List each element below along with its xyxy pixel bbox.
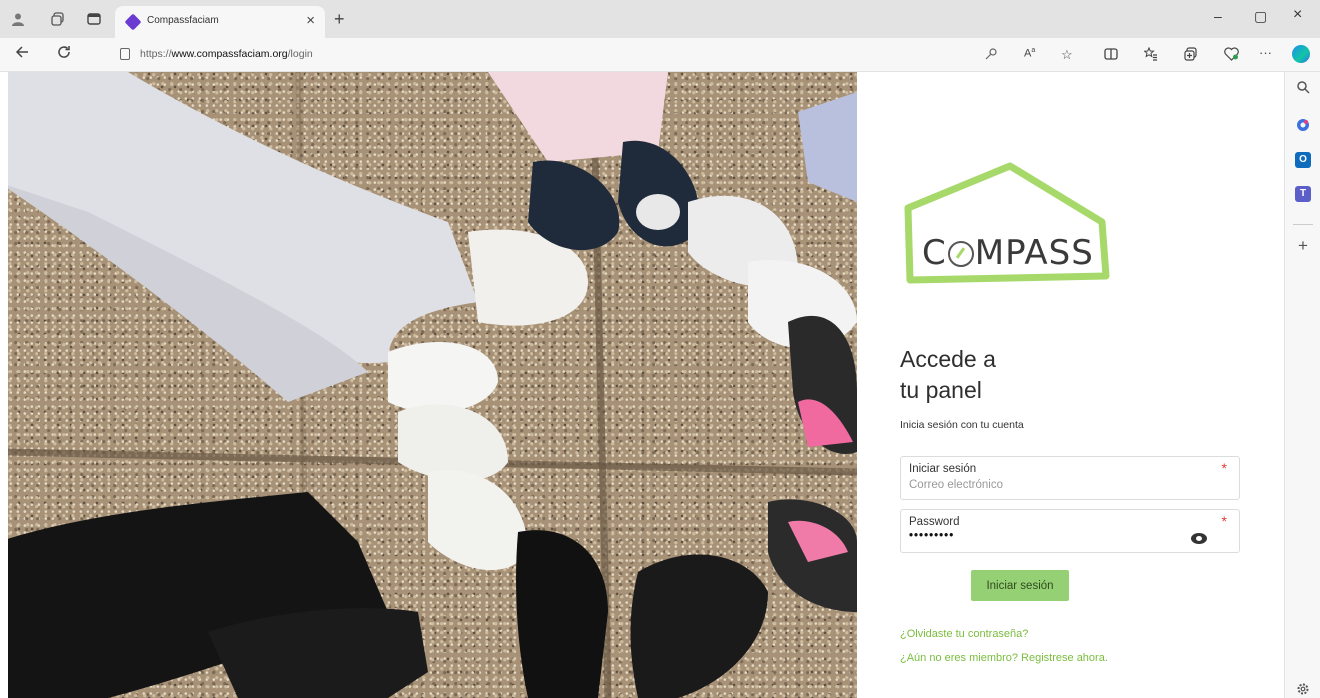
copilot-icon[interactable] xyxy=(1292,45,1310,63)
outlook-icon[interactable]: O xyxy=(1295,152,1311,168)
read-aloud-icon[interactable]: Aa xyxy=(1024,47,1035,60)
minimize-button[interactable]: – xyxy=(1214,8,1222,24)
login-button[interactable]: Iniciar sesión xyxy=(971,570,1069,601)
tab-actions-icon[interactable] xyxy=(84,9,104,29)
page-title: Accede a tu panel xyxy=(900,346,996,403)
close-tab-icon[interactable]: × xyxy=(306,12,315,29)
refresh-icon[interactable] xyxy=(56,44,72,65)
profile-icon[interactable] xyxy=(8,9,28,29)
teams-icon[interactable]: T xyxy=(1295,186,1311,202)
password-input[interactable]: ••••••••• xyxy=(909,530,954,542)
required-marker: * xyxy=(1221,513,1227,529)
close-window-button[interactable]: × xyxy=(1293,6,1302,24)
register-link[interactable]: ¿Aún no eres miembro? Registrese ahora. xyxy=(900,652,1108,664)
password-field[interactable]: Password ••••••••• * xyxy=(900,509,1240,553)
tab-strip: Compassfaciam × + – ▢ × xyxy=(0,0,1320,38)
show-password-eye-icon[interactable] xyxy=(1191,533,1207,544)
edge-sidebar: O T + xyxy=(1284,72,1320,698)
collections-icon[interactable] xyxy=(48,9,68,29)
compass-logo: C MPASS xyxy=(922,233,1094,273)
browser-essentials-icon[interactable] xyxy=(1224,47,1239,64)
sneakers-circle-illustration xyxy=(8,72,857,698)
url-field[interactable]: https://www.compassfaciam.org/login xyxy=(140,48,313,60)
favorites-list-icon[interactable] xyxy=(1143,46,1158,64)
page-subtitle: Inicia sesión con tu cuenta xyxy=(900,419,1024,431)
required-marker: * xyxy=(1221,460,1227,476)
address-bar: https://www.compassfaciam.org/login Aa ☆… xyxy=(0,38,1320,72)
key-icon[interactable] xyxy=(984,47,998,64)
favorite-star-icon[interactable]: ☆ xyxy=(1061,47,1073,63)
sidebar-settings-icon[interactable] xyxy=(1295,682,1311,698)
more-options-icon[interactable]: ··· xyxy=(1259,45,1272,60)
hero-photo xyxy=(8,72,857,698)
compass-needle-icon xyxy=(947,241,974,267)
maximize-button[interactable]: ▢ xyxy=(1254,8,1267,25)
back-icon[interactable] xyxy=(14,44,30,65)
split-screen-icon[interactable] xyxy=(1104,47,1118,64)
new-tab-button[interactable]: + xyxy=(334,9,345,30)
email-input[interactable]: Correo electrónico xyxy=(909,479,1003,491)
search-icon[interactable] xyxy=(1295,80,1311,96)
email-field[interactable]: Iniciar sesión Correo electrónico * xyxy=(900,456,1240,500)
lock-icon[interactable] xyxy=(120,48,130,60)
site-favicon-icon xyxy=(124,13,142,31)
password-label: Password xyxy=(909,516,960,528)
copilot-sidebar-icon[interactable] xyxy=(1295,118,1311,134)
tab-title: Compassfaciam xyxy=(147,15,219,26)
active-tab[interactable]: Compassfaciam × xyxy=(115,6,325,38)
sidebar-divider xyxy=(1293,224,1313,225)
collections-add-icon[interactable] xyxy=(1184,47,1198,64)
email-label: Iniciar sesión xyxy=(909,463,977,475)
forgot-password-link[interactable]: ¿Olvidaste tu contraseña? xyxy=(900,628,1028,640)
add-sidebar-app-icon[interactable]: + xyxy=(1295,237,1311,254)
